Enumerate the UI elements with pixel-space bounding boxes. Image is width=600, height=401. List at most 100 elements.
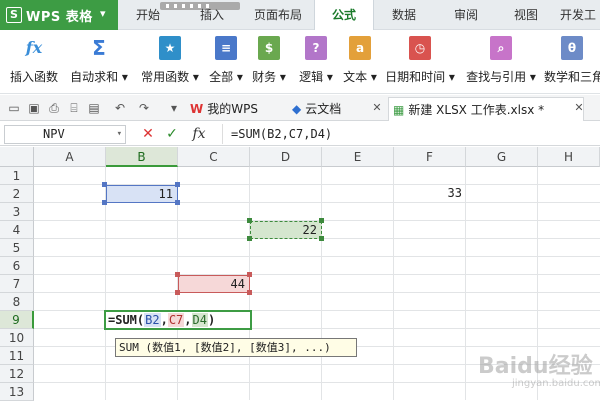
ribbon-label: 文本 ▾ — [343, 70, 377, 84]
name-box[interactable]: NPV ▾ — [4, 125, 126, 144]
row-header-11[interactable]: 11 — [0, 347, 34, 365]
reference-c7: C7 — [167, 313, 185, 327]
select-all-corner[interactable] — [0, 147, 34, 167]
close-tab-icon[interactable]: ✕ — [370, 101, 384, 115]
tab-page-layout[interactable]: 页面布局 — [246, 0, 310, 30]
print-icon[interactable]: ⌸ — [66, 100, 82, 116]
app-name: WPS 表格 — [26, 10, 93, 25]
tab-workbook[interactable]: ▦ 新建 XLSX 工作表.xlsx * — [388, 97, 584, 121]
range-handle[interactable] — [175, 272, 180, 277]
date-time-functions-button[interactable]: ◷ 日期和时间 ▾ — [382, 32, 458, 92]
range-handle[interactable] — [175, 290, 180, 295]
row-header-6[interactable]: 6 — [0, 257, 34, 275]
text-functions-button[interactable]: a 文本 ▾ — [340, 32, 380, 92]
logical-functions-button[interactable]: ? 逻辑 ▾ — [294, 32, 338, 92]
watermark: Baidu经验 jingyan.baidu.com — [470, 348, 600, 396]
row-header-3[interactable]: 3 — [0, 203, 34, 221]
folder-icon[interactable]: ▭ — [6, 100, 22, 116]
row-header-7[interactable]: 7 — [0, 275, 34, 293]
app-menu-button[interactable]: S WPS 表格 ▾ — [0, 0, 118, 30]
cell-b2[interactable]: 11 — [106, 185, 178, 203]
quick-access-dropdown-icon[interactable]: ▾ — [166, 100, 182, 116]
range-handle[interactable] — [247, 236, 252, 241]
row-header-8[interactable]: 8 — [0, 293, 34, 311]
money-icon: $ — [258, 36, 280, 60]
format-painter-icon[interactable]: ▤ — [86, 100, 102, 116]
reference-d4: D4 — [191, 313, 208, 327]
tab-formulas[interactable]: 公式 — [314, 0, 374, 31]
star-book-icon: ★ — [159, 36, 181, 60]
math-trig-functions-button[interactable]: θ 数学和三角 — [544, 32, 600, 92]
tab-view[interactable]: 视图 — [498, 0, 554, 30]
cancel-icon[interactable]: ✕ — [140, 125, 156, 143]
confirm-icon[interactable]: ✓ — [164, 125, 180, 143]
row-header-9[interactable]: 9 — [0, 311, 34, 329]
range-handle[interactable] — [175, 200, 180, 205]
range-handle[interactable] — [175, 182, 180, 187]
insert-function-button[interactable]: fx 插入函数 — [4, 32, 64, 92]
range-handle[interactable] — [319, 236, 324, 241]
cell-c7[interactable]: 44 — [178, 275, 250, 293]
column-header-f[interactable]: F — [394, 147, 466, 167]
tab-cloud-docs[interactable]: ◆ 云文档 — [292, 97, 372, 121]
range-handle[interactable] — [102, 182, 107, 187]
fx-icon: fx — [25, 38, 43, 57]
column-header-b[interactable]: B — [106, 147, 178, 167]
row-header-4[interactable]: 4 — [0, 221, 34, 239]
cell-d4[interactable]: 22 — [250, 221, 322, 239]
column-header-h[interactable]: H — [538, 147, 600, 167]
cube-icon: ◆ — [292, 102, 302, 116]
save-icon[interactable]: ▣ — [26, 100, 42, 116]
row-header-1[interactable]: 1 — [0, 167, 34, 185]
row-header-13[interactable]: 13 — [0, 383, 34, 401]
common-functions-button[interactable]: ★ 常用函数 ▾ — [134, 32, 206, 92]
range-handle[interactable] — [247, 290, 252, 295]
wps-w-icon: W — [190, 102, 204, 116]
function-signature-tooltip: SUM (数值1, [数值2], [数值3], ...) — [115, 338, 357, 357]
redo-icon[interactable]: ↷ — [136, 100, 152, 116]
question-icon: ? — [305, 36, 327, 60]
range-handle[interactable] — [102, 200, 107, 205]
all-functions-button[interactable]: ≡ 全部 ▾ — [206, 32, 246, 92]
wps-logo-icon: S — [6, 7, 22, 23]
undo-icon[interactable]: ↶ — [112, 100, 128, 116]
column-header-c[interactable]: C — [178, 147, 250, 167]
ribbon-label: 日期和时间 ▾ — [385, 70, 455, 84]
cell-f2[interactable]: 33 — [394, 185, 466, 203]
print-preview-icon[interactable]: ⎙ — [46, 100, 62, 116]
row-header-5[interactable]: 5 — [0, 239, 34, 257]
close-tab-icon[interactable]: ✕ — [572, 101, 586, 115]
column-header-a[interactable]: A — [34, 147, 106, 167]
tab-review[interactable]: 审阅 — [438, 0, 494, 30]
formula-input[interactable]: =SUM(B2,C7,D4) — [222, 124, 600, 144]
tab-my-wps[interactable]: W 我的WPS — [190, 97, 286, 121]
sigma-icon: Σ — [92, 36, 106, 60]
ribbon-label: 常用函数 ▾ — [141, 70, 199, 84]
reference-b2: B2 — [144, 313, 161, 327]
sheet-icon: ▦ — [393, 103, 405, 117]
row-header-10[interactable]: 10 — [0, 329, 34, 347]
range-handle[interactable] — [247, 272, 252, 277]
tab-start[interactable]: 开始 — [118, 0, 178, 30]
tab-insert[interactable]: 插入 — [182, 0, 242, 30]
lookup-reference-functions-button[interactable]: ⌕ 查找与引用 ▾ — [462, 32, 540, 92]
row-header-12[interactable]: 12 — [0, 365, 34, 383]
range-handle[interactable] — [319, 218, 324, 223]
column-header-d[interactable]: D — [250, 147, 322, 167]
row-header-2[interactable]: 2 — [0, 185, 34, 203]
gridline — [34, 292, 600, 293]
ribbon-label: 插入函数 — [9, 70, 58, 84]
column-header-e[interactable]: E — [322, 147, 394, 167]
gridline — [34, 256, 600, 257]
tab-developer[interactable]: 开发工 — [560, 0, 600, 30]
theta-icon: θ — [561, 36, 583, 60]
fx-icon[interactable]: fx — [188, 124, 210, 144]
autosum-button[interactable]: Σ 自动求和 ▾ — [66, 32, 132, 92]
financial-functions-button[interactable]: $ 财务 ▾ — [248, 32, 290, 92]
range-handle[interactable] — [247, 218, 252, 223]
cell-b9-editor[interactable]: =SUM(B2,C7,D4) — [104, 310, 252, 330]
tab-data[interactable]: 数据 — [376, 0, 432, 30]
column-header-g[interactable]: G — [466, 147, 538, 167]
ribbon-label: 全部 ▾ — [209, 70, 243, 84]
gridline — [321, 167, 322, 400]
